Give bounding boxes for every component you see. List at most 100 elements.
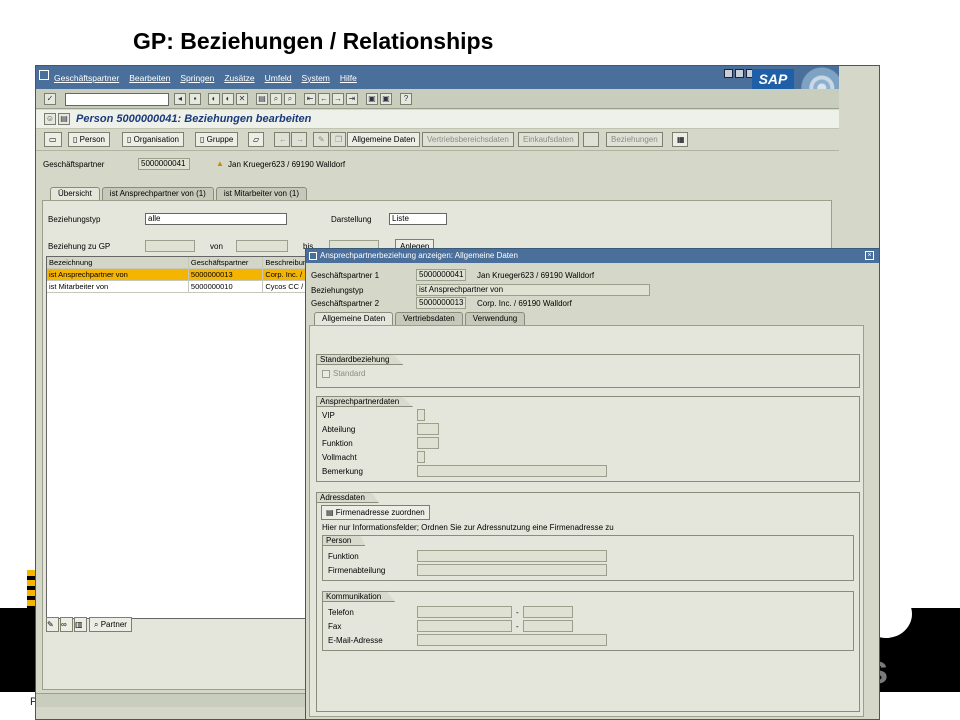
standardbeziehung-caption: Standardbeziehung — [316, 354, 404, 365]
relationship-table: Bezeichnung Geschäftspartner Beschreibun… — [46, 256, 311, 619]
allgemeine-daten-button[interactable]: Allgemeine Daten — [347, 132, 421, 147]
settings-grid-icon[interactable]: ▦ — [672, 132, 688, 147]
table-row[interactable]: ist Mitarbeiter von 5000000010 Cycos CC … — [47, 281, 310, 293]
open-folder-icon[interactable]: ▱ — [248, 132, 264, 147]
enter-check-icon[interactable]: ✓ — [44, 93, 56, 105]
partner-number-field[interactable]: 5000000041 — [138, 158, 190, 170]
cell-partner: 5000000013 — [189, 269, 264, 280]
gp2-field[interactable]: 5000000013 — [416, 297, 466, 309]
person-button-label: Person — [79, 135, 105, 144]
beziehungen-button[interactable]: Beziehungen — [606, 132, 663, 147]
table-header: Bezeichnung Geschäftspartner Beschreibun… — [47, 257, 310, 269]
edit-pencil-icon[interactable]: ✎ — [46, 617, 59, 632]
column-header-beschreibung[interactable]: Beschreibung — [263, 257, 310, 268]
window-menu-icon[interactable] — [39, 70, 49, 80]
menu-bar: Geschäftspartner Bearbeiten Springen Zus… — [36, 66, 839, 89]
tab-allgemeine-daten[interactable]: Allgemeine Daten — [314, 312, 394, 325]
organisation-button[interactable]: ▯ Organisation — [122, 132, 184, 147]
new-session-icon[interactable]: ▣ — [366, 93, 378, 105]
maximize-icon[interactable] — [735, 69, 744, 78]
general-data-panel: Standardbeziehung Standard Ansprechpartn… — [309, 325, 864, 717]
first-page-icon[interactable]: ⇤ — [304, 93, 316, 105]
table-row[interactable]: ist Ansprechpartner von 5000000013 Corp.… — [47, 269, 310, 281]
menu-zusaetze[interactable]: Zusätze — [224, 73, 254, 83]
funktion-field[interactable] — [417, 437, 439, 449]
vollmacht-field[interactable] — [417, 451, 425, 463]
blank-button[interactable] — [583, 132, 599, 147]
email-field[interactable] — [417, 634, 607, 646]
command-field[interactable] — [65, 93, 169, 106]
copy-icon[interactable]: ❐ — [330, 132, 346, 147]
ansprechpartnerdaten-caption: Ansprechpartnerdaten — [316, 396, 414, 407]
next-page-icon[interactable]: → — [332, 93, 344, 105]
standard-toolbar: ✓ ◂ ▪ ◐ ◐ ✕ ▤ ⌕ ⌕ ⇤ ← → ⇥ ▣ ▣ ? — [36, 89, 839, 109]
cell-partner: 5000000010 — [189, 281, 264, 292]
shortcut-icon[interactable]: ▣ — [380, 93, 392, 105]
tab-vertriebsdaten[interactable]: Vertriebsdaten — [395, 312, 463, 325]
document-icon[interactable]: ▤ — [58, 113, 70, 125]
fax-field[interactable] — [417, 620, 512, 632]
previous-arrow-icon[interactable]: ← — [274, 132, 290, 147]
telefon-extension-field[interactable] — [523, 606, 573, 618]
last-page-icon[interactable]: ⇥ — [346, 93, 358, 105]
column-header-partner[interactable]: Geschäftspartner — [189, 257, 264, 268]
darstellung-select[interactable]: Liste — [389, 213, 447, 225]
kommunikation-caption: Kommunikation — [322, 591, 396, 602]
dialog-menu-icon[interactable] — [309, 252, 317, 260]
help-icon[interactable]: ? — [400, 93, 412, 105]
minimize-icon[interactable] — [724, 69, 733, 78]
partner-button[interactable]: ⌕ Partner — [89, 617, 132, 632]
edit-pencil-icon[interactable]: ✎ — [313, 132, 329, 147]
beziehungstyp-select[interactable]: alle — [145, 213, 287, 225]
partner-name: Jan Krueger623 / 69190 Walldorf — [228, 160, 346, 169]
back-arrow-icon[interactable]: ◂ — [174, 93, 186, 105]
delete-trash-icon[interactable]: ▥ — [74, 617, 87, 632]
next-arrow-icon[interactable]: → — [291, 132, 307, 147]
gruppe-button[interactable]: ▯ Gruppe — [195, 132, 239, 147]
person-button[interactable]: ▯ Person — [68, 132, 110, 147]
exit-icon[interactable]: ◐ — [222, 93, 234, 105]
fax-extension-field[interactable] — [523, 620, 573, 632]
cell-bezeichnung: ist Mitarbeiter von — [47, 281, 189, 292]
column-header-bezeichnung[interactable]: Bezeichnung — [47, 257, 189, 268]
abteilung-field[interactable] — [417, 423, 439, 435]
print-icon[interactable]: ▤ — [256, 93, 268, 105]
gp1-name: Jan Krueger623 / 69190 Walldorf — [477, 271, 595, 280]
gp1-field[interactable]: 5000000041 — [416, 269, 466, 281]
beziehungstyp-field[interactable]: ist Ansprechpartner von — [416, 284, 650, 296]
person-funktion-field[interactable] — [417, 550, 607, 562]
standard-checkbox[interactable] — [322, 370, 330, 378]
von-date-field[interactable] — [236, 240, 288, 252]
einkaufsdaten-button[interactable]: Einkaufsdaten — [518, 132, 579, 147]
menu-hilfe[interactable]: Hilfe — [340, 73, 357, 83]
cell-bezeichnung: ist Ansprechpartner von — [47, 269, 189, 280]
bemerkung-field[interactable] — [417, 465, 607, 477]
dialog-title: Ansprechpartnerbeziehung anzeigen: Allge… — [306, 249, 879, 263]
cancel-icon[interactable]: ✕ — [236, 93, 248, 105]
previous-page-icon[interactable]: ← — [318, 93, 330, 105]
vertriebsbereichsdaten-button[interactable]: Vertriebsbereichsdaten — [422, 132, 514, 147]
tab-verwendung[interactable]: Verwendung — [464, 312, 526, 325]
partner-icon[interactable]: ☺ — [44, 113, 56, 125]
firmenadresse-zuordnen-button[interactable]: ▤ Firmenadresse zuordnen — [321, 505, 430, 520]
back-icon[interactable]: ◐ — [208, 93, 220, 105]
display-change-button[interactable]: ▭ — [44, 132, 62, 147]
telefon-field[interactable] — [417, 606, 512, 618]
tab-uebersicht[interactable]: Übersicht — [50, 187, 100, 200]
menu-system[interactable]: System — [302, 73, 330, 83]
tab-ansprechpartner[interactable]: ist Ansprechpartner von (1) — [101, 187, 214, 200]
beziehung-zu-gp-field[interactable] — [145, 240, 195, 252]
firmenabteilung-field[interactable] — [417, 564, 607, 576]
menu-springen[interactable]: Springen — [180, 73, 214, 83]
find-icon[interactable]: ⌕ — [270, 93, 282, 105]
menu-geschaeftspartner[interactable]: Geschäftspartner — [54, 73, 119, 83]
menu-umfeld[interactable]: Umfeld — [265, 73, 292, 83]
vip-field[interactable] — [417, 409, 425, 421]
save-icon[interactable]: ▪ — [189, 93, 201, 105]
close-icon[interactable]: × — [865, 251, 874, 260]
adressdaten-group: Adressdaten ▤ Firmenadresse zuordnen Hie… — [316, 492, 860, 712]
find-next-icon[interactable]: ⌕ — [284, 93, 296, 105]
tab-mitarbeiter[interactable]: ist Mitarbeiter von (1) — [215, 187, 307, 200]
menu-bearbeiten[interactable]: Bearbeiten — [129, 73, 170, 83]
edit-glasses-icon[interactable]: ∞ — [60, 617, 73, 632]
